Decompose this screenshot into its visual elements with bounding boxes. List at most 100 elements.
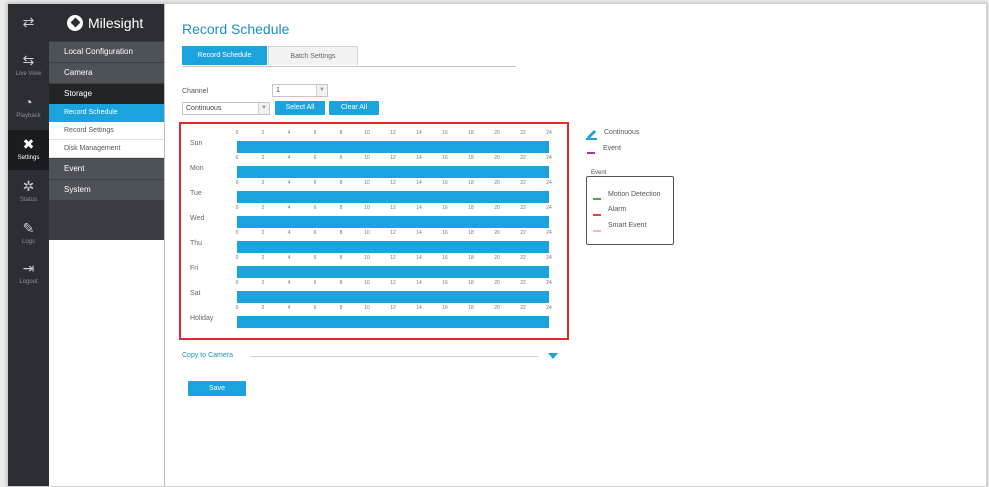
channel-value: 1 — [276, 87, 280, 94]
menu-storage[interactable]: Storage — [49, 83, 164, 104]
hour-tick: 22 — [520, 205, 526, 211]
hour-tick: 20 — [494, 130, 500, 136]
legend-continuous[interactable]: Continuous — [604, 129, 639, 136]
hour-tick: 8 — [339, 280, 343, 286]
hour-tick: 16 — [442, 230, 448, 236]
menu-event[interactable]: Event — [49, 158, 164, 179]
pencil-icon — [586, 130, 597, 140]
hour-tick: 0 — [235, 205, 239, 211]
hour-tick: 22 — [520, 230, 526, 236]
legend-smart-event[interactable]: Smart Event — [608, 222, 647, 229]
schedule-bar[interactable] — [237, 241, 549, 253]
menu-local-configuration[interactable]: Local Configuration — [49, 41, 164, 62]
status-icon: ✲ — [22, 178, 35, 194]
schedule-bar[interactable] — [237, 291, 549, 303]
hour-tick: 22 — [520, 255, 526, 261]
menu-disk-management[interactable]: Disk Management — [49, 140, 164, 158]
menu-toggle[interactable]: ⇄ — [8, 4, 49, 44]
rail-label: Playback — [16, 113, 41, 119]
schedule-row-mon[interactable]: Mon 0 2 4 6 8 10 12 14 16 18 20 22 24 — [181, 155, 567, 181]
schedule-bar[interactable] — [237, 191, 549, 203]
hour-tick: 20 — [494, 280, 500, 286]
schedule-row-tue[interactable]: Tue 0 2 4 6 8 10 12 14 16 18 20 22 24 — [181, 180, 567, 206]
hour-tick: 20 — [494, 305, 500, 311]
legend-motion-detection[interactable]: Motion Detection — [608, 191, 661, 198]
hour-tick: 22 — [520, 305, 526, 311]
hour-tick: 8 — [339, 155, 343, 161]
legend-alarm[interactable]: Alarm — [608, 206, 626, 213]
hour-tick: 12 — [390, 130, 396, 136]
clear-all-button[interactable]: Clear All — [329, 101, 379, 115]
schedule-bar[interactable] — [237, 216, 549, 228]
schedule-bar[interactable] — [237, 266, 549, 278]
schedule-bar[interactable] — [237, 166, 549, 178]
hour-tick: 0 — [235, 280, 239, 286]
rail-playback[interactable]: ◔ Playback — [8, 88, 49, 128]
save-button[interactable]: Save — [188, 381, 246, 396]
hour-tick: 16 — [442, 305, 448, 311]
rail-label: Logs — [21, 239, 35, 245]
hour-tick: 24 — [546, 205, 552, 211]
hour-tick: 22 — [520, 180, 526, 186]
hour-tick: 14 — [416, 280, 422, 286]
hour-tick: 4 — [287, 255, 291, 261]
hour-tick: 2 — [261, 305, 265, 311]
hour-tick: 18 — [468, 280, 474, 286]
hour-tick: 18 — [468, 255, 474, 261]
schedule-bar[interactable] — [237, 316, 549, 328]
live-view-icon: ⇆ — [22, 52, 35, 68]
hour-tick: 2 — [261, 255, 265, 261]
hour-tick: 2 — [261, 155, 265, 161]
hour-scale: 0 2 4 6 8 10 12 14 16 18 20 22 24 — [236, 155, 552, 163]
hour-tick: 2 — [261, 280, 265, 286]
menu-record-schedule[interactable]: Record Schedule — [49, 104, 164, 122]
hour-tick: 14 — [416, 130, 422, 136]
expand-arrow-icon[interactable] — [548, 353, 558, 359]
rail-live-view[interactable]: ⇆ Live View — [8, 46, 49, 86]
menu-camera[interactable]: Camera — [49, 62, 164, 83]
rail-label: Status — [19, 197, 37, 203]
schedule-row-sat[interactable]: Sat 0 2 4 6 8 10 12 14 16 18 20 22 24 — [181, 280, 567, 306]
schedule-row-sun[interactable]: Sun 0 2 4 6 8 10 12 14 16 18 20 22 24 — [181, 130, 567, 156]
hour-tick: 12 — [390, 155, 396, 161]
hour-tick: 24 — [546, 155, 552, 161]
copy-to-camera-link[interactable]: Copy to Camera — [182, 352, 233, 359]
rail-status[interactable]: ✲ Status — [8, 172, 49, 212]
hour-tick: 14 — [416, 180, 422, 186]
hour-tick: 0 — [235, 180, 239, 186]
hour-tick: 24 — [546, 180, 552, 186]
icon-rail: ⇄ ⇆ Live View ◔ Playback ✖ Settings ✲ St… — [8, 4, 49, 486]
hour-tick: 16 — [442, 155, 448, 161]
menu-record-settings[interactable]: Record Settings — [49, 122, 164, 140]
schedule-row-wed[interactable]: Wed 0 2 4 6 8 10 12 14 16 18 20 22 24 — [181, 205, 567, 231]
hour-tick: 18 — [468, 155, 474, 161]
hour-tick: 24 — [546, 130, 552, 136]
event-group-title: Event — [590, 170, 608, 176]
day-label: Sun — [190, 140, 203, 147]
logout-icon: ⇥ — [22, 260, 35, 276]
rail-logs[interactable]: ✎ Logs — [8, 214, 49, 254]
tab-batch-settings[interactable]: Batch Settings — [268, 46, 358, 65]
schedule-row-holiday[interactable]: Holiday 0 2 4 6 8 10 12 14 16 18 20 22 24 — [181, 305, 567, 331]
channel-select[interactable]: 1 ▼ — [272, 84, 328, 97]
select-all-button[interactable]: Select All — [275, 101, 325, 115]
rail-settings[interactable]: ✖ Settings — [8, 130, 49, 170]
chevron-down-icon: ▼ — [258, 103, 269, 114]
schedule-bar[interactable] — [237, 141, 549, 153]
hour-tick: 0 — [235, 305, 239, 311]
menu-system[interactable]: System — [49, 179, 164, 200]
brand-name: Milesight — [88, 14, 144, 31]
hour-tick: 24 — [546, 255, 552, 261]
legend-event[interactable]: Event — [603, 145, 621, 152]
rail-label: Live View — [15, 71, 42, 77]
record-mode-select[interactable]: Continuous ▼ — [182, 102, 270, 115]
hour-tick: 20 — [494, 255, 500, 261]
milesight-logo-icon — [67, 14, 83, 31]
rail-logout[interactable]: ⇥ Logout — [8, 254, 49, 294]
tab-record-schedule[interactable]: Record Schedule — [182, 46, 267, 65]
schedule-grid[interactable]: Sun 0 2 4 6 8 10 12 14 16 18 20 22 24 Mon 0 2 4 6 8 10 12 14 16… — [179, 122, 569, 340]
exchange-icon: ⇄ — [22, 14, 35, 30]
schedule-row-fri[interactable]: Fri 0 2 4 6 8 10 12 14 16 18 20 22 24 — [181, 255, 567, 281]
hour-tick: 24 — [546, 280, 552, 286]
schedule-row-thu[interactable]: Thu 0 2 4 6 8 10 12 14 16 18 20 22 24 — [181, 230, 567, 256]
